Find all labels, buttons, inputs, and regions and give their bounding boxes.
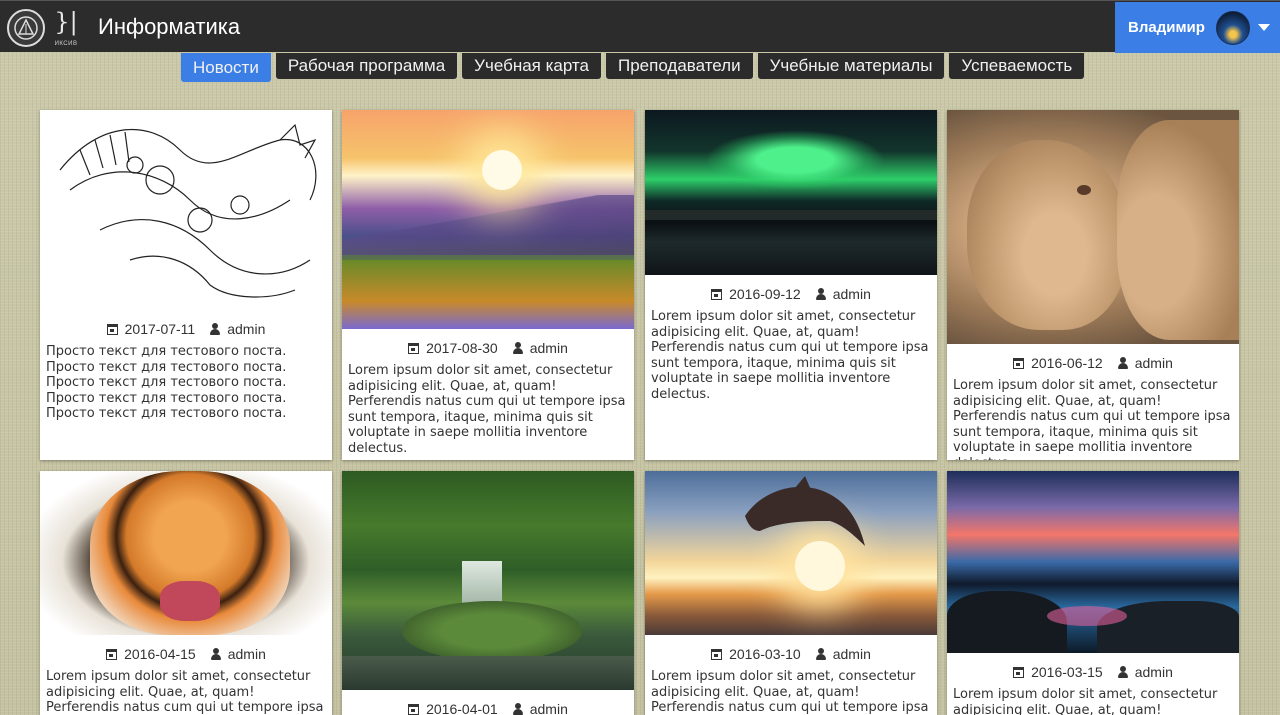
post-image-forest-stream[interactable]	[342, 471, 634, 690]
university-logo-icon[interactable]	[7, 9, 45, 47]
post-image-northern-lights[interactable]	[645, 110, 937, 275]
tab-grades[interactable]: Успеваемость	[949, 53, 1085, 79]
post-author: admin	[529, 701, 568, 715]
institute-logo-icon[interactable]: }| ИКСИВ	[54, 8, 78, 47]
calendar-icon	[711, 648, 723, 660]
post-text: Lorem ipsum dolor sit amet, consectetur …	[46, 669, 324, 715]
user-name: Владимир	[1128, 19, 1205, 36]
main-nav: Новости Рабочая программа Учебная карта …	[181, 53, 1085, 82]
user-icon	[512, 703, 523, 715]
post-author: admin	[227, 646, 266, 662]
user-icon	[815, 648, 826, 660]
calendar-icon	[1013, 666, 1025, 678]
post-text: Lorem ipsum dolor sit amet, consectetur …	[953, 687, 1218, 715]
post-meta: 2017-08-30 admin	[342, 337, 634, 359]
post-card[interactable]: 2016-09-12 admin Lorem ipsum dolor sit a…	[645, 110, 937, 460]
tab-study-map[interactable]: Учебная карта	[462, 53, 601, 79]
post-text: Lorem ipsum dolor sit amet, consectetur …	[953, 378, 1231, 460]
chevron-down-icon	[1258, 24, 1270, 31]
post-card[interactable]: 2016-03-15 admin Lorem ipsum dolor sit a…	[947, 471, 1239, 715]
post-author: admin	[529, 340, 568, 356]
post-card[interactable]: 2016-04-01 admin	[342, 471, 634, 715]
post-image-lions[interactable]	[947, 110, 1239, 344]
post-meta: 2016-03-10 admin	[645, 643, 937, 665]
post-date: 2016-03-15	[1031, 664, 1103, 680]
post-card[interactable]: 2016-04-15 admin Lorem ipsum dolor sit a…	[40, 471, 332, 715]
post-date: 2017-07-11	[124, 321, 196, 337]
user-icon	[815, 288, 826, 300]
post-image-dolphin-sunset[interactable]	[645, 471, 937, 635]
post-card[interactable]: 2017-08-30 admin Lorem ipsum dolor sit a…	[342, 110, 634, 460]
post-date: 2016-04-15	[124, 646, 196, 662]
post-card[interactable]: 2016-03-10 admin Lorem ipsum dolor sit a…	[645, 471, 937, 715]
logo-glyph: }|	[54, 8, 78, 36]
post-card[interactable]: 2016-06-12 admin Lorem ipsum dolor sit a…	[947, 110, 1239, 460]
user-icon	[512, 342, 523, 354]
post-date: 2017-08-30	[426, 340, 498, 356]
post-author: admin	[1134, 664, 1173, 680]
post-author: admin	[832, 286, 871, 302]
tab-news[interactable]: Новости	[181, 53, 271, 82]
calendar-icon	[1013, 357, 1025, 369]
user-menu-button[interactable]: Владимир	[1115, 2, 1280, 53]
tab-teachers[interactable]: Преподаватели	[605, 53, 753, 79]
post-text: Lorem ipsum dolor sit amet, consectetur …	[651, 309, 929, 402]
post-text: Просто текст для тестового поста. Просто…	[46, 344, 287, 421]
post-meta: 2016-06-12 admin	[947, 352, 1239, 374]
post-meta: 2016-03-15 admin	[947, 661, 1239, 683]
user-icon	[1117, 666, 1128, 678]
post-author: admin	[1134, 355, 1173, 371]
tab-study-materials[interactable]: Учебные материалы	[757, 53, 945, 79]
post-image-mountain-sunrise[interactable]	[342, 110, 634, 329]
user-icon	[210, 323, 221, 335]
post-text: Lorem ipsum dolor sit amet, consectetur …	[348, 363, 626, 456]
post-author: admin	[227, 321, 266, 337]
post-meta: 2016-04-01 admin	[342, 698, 634, 715]
post-meta: 2016-09-12 admin	[645, 283, 937, 305]
user-icon	[1117, 357, 1128, 369]
dolphin-icon	[745, 476, 865, 546]
post-meta: 2016-04-15 admin	[40, 643, 332, 665]
post-date: 2016-09-12	[729, 286, 801, 302]
top-bar: }| ИКСИВ Информатика Владимир	[0, 0, 1280, 53]
calendar-icon	[408, 703, 420, 715]
post-date: 2016-03-10	[729, 646, 801, 662]
calendar-icon	[106, 648, 118, 660]
dragon-drawing-icon	[59, 123, 317, 298]
post-date: 2016-04-01	[426, 701, 498, 715]
calendar-icon	[408, 342, 420, 354]
post-meta: 2017-07-11 admin	[40, 318, 332, 340]
post-image-rocky-shore[interactable]	[947, 471, 1239, 653]
post-author: admin	[832, 646, 871, 662]
post-image-tiger[interactable]	[40, 471, 332, 635]
avatar	[1216, 11, 1250, 45]
calendar-icon	[711, 288, 723, 300]
post-card[interactable]: 2017-07-11 admin Просто текст для тестов…	[40, 110, 332, 460]
logo-mark-text: ИКСИВ	[54, 41, 78, 47]
calendar-icon	[106, 323, 118, 335]
post-date: 2016-06-12	[1031, 355, 1103, 371]
tab-work-program[interactable]: Рабочая программа	[275, 53, 458, 79]
post-text: Lorem ipsum dolor sit amet, consectetur …	[651, 669, 929, 715]
user-icon	[210, 648, 221, 660]
post-image-dragon[interactable]	[40, 110, 332, 310]
app-title: Информатика	[98, 14, 241, 39]
